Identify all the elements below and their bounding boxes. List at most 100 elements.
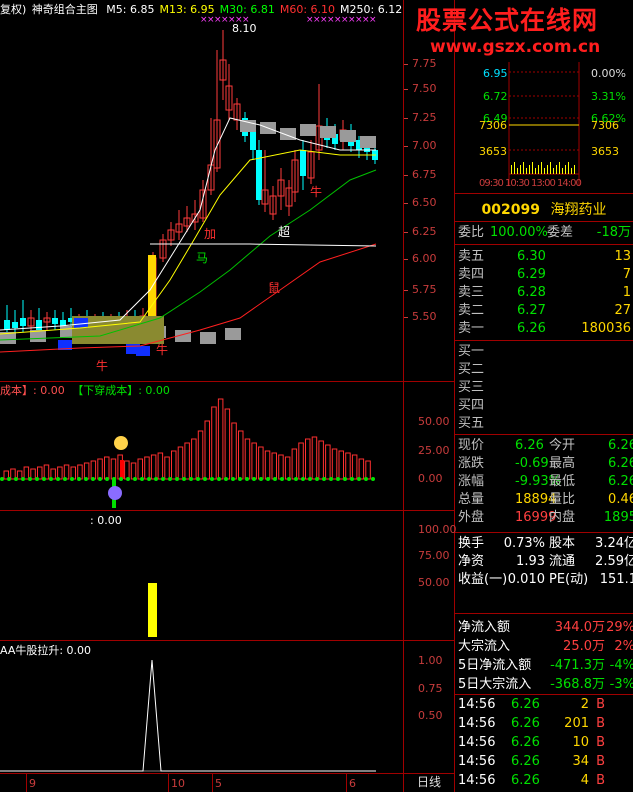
baseline-dot — [189, 477, 193, 481]
mini-volume-bar — [544, 168, 545, 174]
quote-value: 6.26 — [608, 474, 633, 489]
quote-row: 现价 6.26 今开 6.26 — [455, 437, 633, 455]
chart-annotation: 牛 — [156, 342, 168, 357]
watermark-title: 股票公式在线网 — [416, 6, 599, 35]
mini-volume-bar — [538, 165, 539, 174]
sell-row[interactable]: 卖二 6.27 27 — [455, 302, 633, 320]
histogram-bar — [365, 460, 371, 480]
baseline-dot — [7, 477, 11, 481]
histogram-bar — [137, 458, 143, 480]
histogram-bar — [171, 450, 177, 480]
histogram-bar — [271, 452, 277, 480]
baseline-dot — [70, 477, 74, 481]
baseline-dot — [182, 477, 186, 481]
histogram-bar — [16, 470, 23, 480]
mini-volume-bar — [529, 165, 530, 174]
baseline-dot — [105, 477, 109, 481]
candle — [261, 150, 269, 212]
price-tick: 6.00 — [412, 252, 437, 265]
mini-pct: 0.00% — [591, 67, 626, 80]
candle — [269, 186, 277, 220]
histogram-bar — [224, 408, 231, 480]
flow-row: 净流入额 344.0万 29% — [455, 619, 633, 637]
mini-volume-bar — [568, 162, 569, 174]
histogram-bar — [351, 454, 358, 480]
baseline-dot — [147, 477, 151, 481]
watermark: 股票公式在线网 www.gszx.com.cn — [416, 6, 633, 62]
date-tick: 5 — [215, 777, 222, 790]
sell-label: 卖二 — [458, 303, 485, 318]
candle — [219, 30, 227, 100]
mini-volume-bar — [571, 168, 572, 174]
baseline-dot — [322, 477, 326, 481]
trade-time: 14:56 — [458, 773, 496, 788]
fundamental-row: 换手 0.73% 股本 3.24亿 — [455, 535, 633, 553]
sell-row[interactable]: 卖四 6.29 7 — [455, 266, 633, 284]
ma-line — [150, 243, 377, 247]
trade-volume: 10 — [572, 735, 589, 750]
baseline-dot — [196, 477, 200, 481]
trade-price: 6.26 — [511, 735, 540, 750]
histogram-bar — [124, 460, 130, 480]
candle — [213, 50, 221, 172]
stock-title[interactable]: 002099 海翔药业 — [455, 199, 633, 219]
panel-tick: 0.00 — [418, 472, 443, 485]
flow-pct: -4% — [609, 658, 633, 673]
cost-blocks — [0, 120, 376, 344]
weicha-label: 委差 — [547, 225, 574, 240]
panel-tick: 1.00 — [418, 654, 443, 667]
stock-name: 海翔药业 — [550, 202, 607, 218]
flow-row: 5日净流入额 -471.3万 -4% — [455, 657, 633, 675]
baseline-dot — [217, 477, 221, 481]
sell-row[interactable]: 卖一 6.26 180036 — [455, 320, 633, 338]
trade-time: 14:56 — [458, 716, 496, 731]
baseline-dot — [154, 477, 158, 481]
quote-label: 量比 — [549, 492, 576, 507]
buy-row[interactable]: 买三 — [455, 379, 633, 397]
sidebar-divider — [455, 532, 633, 533]
histogram-bar — [258, 446, 264, 480]
mini-volume-bar — [550, 162, 551, 174]
baseline-dot — [77, 477, 81, 481]
sidebar-divider — [455, 434, 633, 435]
trade-side: B — [596, 773, 605, 788]
weicha-value: -18万 — [596, 225, 631, 240]
baseline-dot — [336, 477, 340, 481]
buy-row[interactable]: 买四 — [455, 397, 633, 415]
histogram-bar — [338, 450, 344, 480]
quote-value: 6.26 — [608, 438, 633, 453]
histogram-bar — [325, 444, 331, 480]
baseline-dot — [63, 477, 67, 481]
baseline-dot — [203, 477, 207, 481]
date-tick-mark — [168, 773, 169, 792]
trade-row: 14:56 6.26 10 B — [455, 734, 633, 752]
stock-code: 002099 — [481, 202, 540, 218]
sell-row[interactable]: 卖三 6.28 1 — [455, 284, 633, 302]
trade-row: 14:56 6.26 201 B — [455, 715, 633, 733]
sell-row[interactable]: 卖五 6.30 13 — [455, 248, 633, 266]
fund-value: 151.1 — [599, 572, 633, 587]
candle — [307, 140, 315, 184]
chart-annotation: 牛 — [96, 358, 108, 373]
baseline-dot — [175, 477, 179, 481]
mini-volume-bar — [517, 168, 518, 174]
flow-label: 净流入额 — [458, 620, 511, 635]
sell-label: 卖一 — [458, 321, 485, 336]
baseline-dot — [112, 477, 116, 481]
trade-price: 6.26 — [511, 716, 540, 731]
sell-volume: 27 — [614, 303, 631, 318]
flow-value: -368.8万 — [550, 677, 605, 692]
buy-row[interactable]: 买一 — [455, 343, 633, 361]
buy-row[interactable]: 买五 — [455, 415, 633, 433]
period-label[interactable]: 日线 — [417, 776, 441, 789]
fund-value: 1.93 — [516, 554, 545, 569]
buy-row[interactable]: 买二 — [455, 361, 633, 379]
mini-volume-bar — [565, 165, 566, 174]
baseline-dot — [42, 477, 46, 481]
tick-mark — [404, 317, 408, 318]
histogram-bar — [184, 442, 190, 480]
trade-row: 14:56 6.26 34 B — [455, 753, 633, 771]
flow-pct: 2% — [614, 639, 633, 654]
sidebar-divider — [455, 694, 633, 695]
histogram-bar — [345, 452, 351, 480]
